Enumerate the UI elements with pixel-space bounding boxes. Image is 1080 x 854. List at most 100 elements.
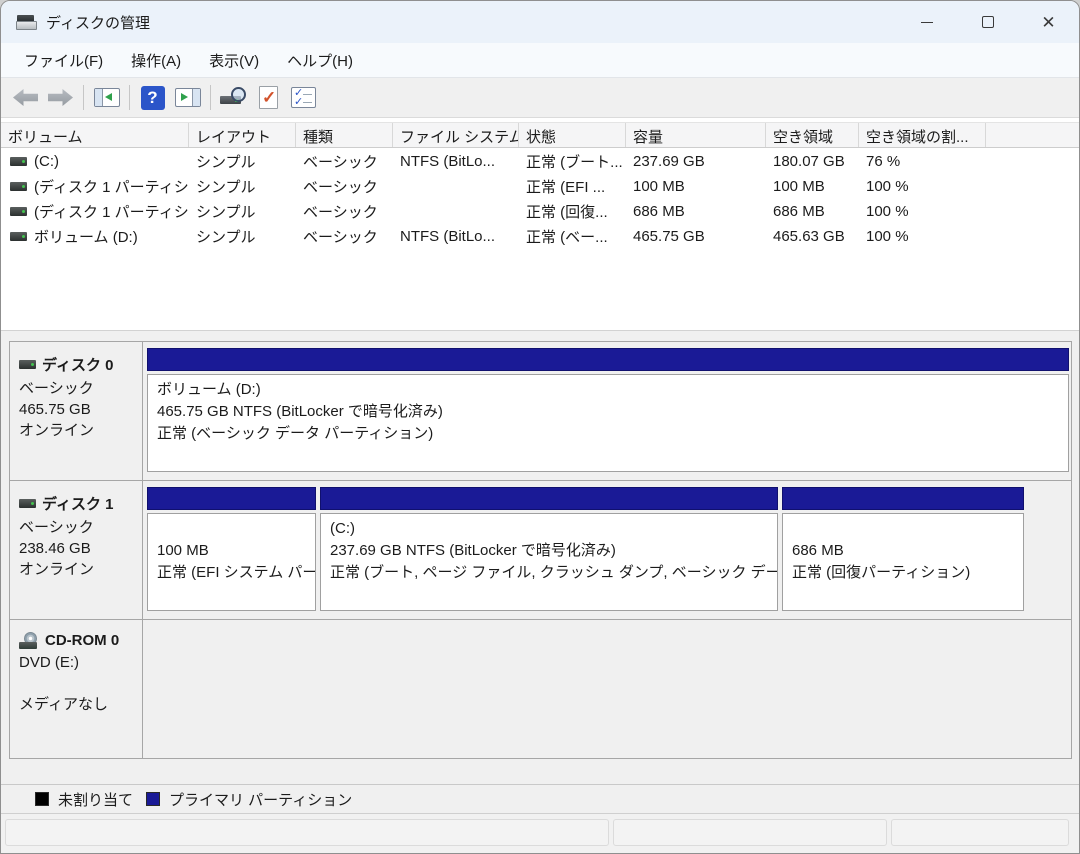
partition-block[interactable]: 100 MB正常 (EFI システム パー	[147, 487, 316, 611]
volume-list-body: (C:)シンプルベーシックNTFS (BitLo...正常 (ブート...237…	[1, 149, 1079, 248]
cell-layout: シンプル	[189, 151, 296, 172]
column-header-空き領域の割...[interactable]: 空き領域の割...	[859, 123, 986, 147]
legend-label: プライマリ パーティション	[169, 789, 352, 810]
disk-0-detail: 465.75 GB	[19, 399, 136, 420]
volume-name: (C:)	[34, 153, 59, 170]
legend-item: プライマリ パーティション	[146, 789, 352, 810]
partition-status: 正常 (ベーシック データ パーティション)	[157, 423, 1059, 445]
cell-free: 100 MB	[766, 178, 859, 195]
menu-item-ファイル[interactable]: ファイル(F)	[10, 45, 117, 76]
disk-0-partition-area: ボリューム (D:)465.75 GB NTFS (BitLocker で暗号化…	[143, 342, 1071, 480]
cell-free: 686 MB	[766, 203, 859, 220]
partition-size-fs: 100 MB	[157, 540, 306, 562]
show-action-pane-icon	[175, 88, 201, 107]
disk-0-row: ディスク 0ベーシック465.75 GBオンラインボリューム (D:)465.7…	[9, 341, 1072, 481]
cell-free: 180.07 GB	[766, 153, 859, 170]
partition-color-bar	[320, 487, 778, 510]
cell-status: 正常 (ブート...	[519, 151, 626, 172]
volume-row[interactable]: (ディスク 1 パーティシ...シンプルベーシック 正常 (回復...686 M…	[1, 199, 1079, 223]
disk-view-button[interactable]	[216, 82, 251, 113]
column-header-状態[interactable]: 状態	[519, 123, 626, 147]
partition-block[interactable]: 686 MB正常 (回復パーティション)	[782, 487, 1024, 611]
partition-color-bar	[147, 487, 316, 510]
partition-size-fs: 465.75 GB NTFS (BitLocker で暗号化済み)	[157, 401, 1059, 423]
partition-status: 正常 (回復パーティション)	[792, 562, 1014, 584]
cell-status: 正常 (EFI ...	[519, 176, 626, 197]
partition-name	[792, 518, 1014, 540]
disk-1-detail: 238.46 GB	[19, 538, 136, 559]
back-icon	[13, 89, 38, 106]
partition-info: 100 MB正常 (EFI システム パー	[147, 513, 316, 611]
cdrom-0-partition-area	[143, 620, 1071, 758]
legend-swatch-icon	[146, 792, 160, 806]
pane-splitter[interactable]	[1, 331, 1079, 341]
volume-name: (ディスク 1 パーティシ...	[34, 176, 189, 197]
cell-capacity: 465.75 GB	[626, 228, 766, 245]
minimize-icon	[921, 22, 933, 23]
minimize-button[interactable]	[896, 1, 957, 43]
cell-fs: NTFS (BitLo...	[393, 153, 519, 170]
disk-1-title: ディスク 1	[42, 493, 113, 514]
volume-row[interactable]: (ディスク 1 パーティシ...シンプルベーシック 正常 (EFI ...100…	[1, 174, 1079, 198]
cell-volume: ボリューム (D:)	[1, 226, 189, 247]
volume-name: (ディスク 1 パーティシ...	[34, 201, 189, 222]
show-console-tree-icon	[94, 88, 120, 107]
partition-info: (C:)237.69 GB NTFS (BitLocker で暗号化済み)正常 …	[320, 513, 778, 611]
app-disk-icon	[16, 15, 36, 30]
close-button[interactable]: ✕	[1018, 1, 1079, 43]
cell-free_pct: 100 %	[859, 178, 986, 195]
column-header-ファイル システム[interactable]: ファイル システム	[393, 123, 519, 147]
column-header-種類[interactable]: 種類	[296, 123, 393, 147]
column-header-レイアウト[interactable]: レイアウト	[189, 123, 296, 147]
column-header-空き領域[interactable]: 空き領域	[766, 123, 859, 147]
forward-button[interactable]	[43, 82, 78, 113]
menu-item-表示[interactable]: 表示(V)	[195, 45, 273, 76]
volume-name: ボリューム (D:)	[34, 226, 138, 247]
cell-status: 正常 (ベー...	[519, 226, 626, 247]
status-section	[891, 819, 1069, 846]
menu-item-操作[interactable]: 操作(A)	[117, 45, 195, 76]
menu-item-ヘルプ[interactable]: ヘルプ(H)	[273, 45, 367, 76]
partition-block[interactable]: (C:)237.69 GB NTFS (BitLocker で暗号化済み)正常 …	[320, 487, 778, 611]
cell-type: ベーシック	[296, 176, 393, 197]
cell-layout: シンプル	[189, 226, 296, 247]
volume-hdd-icon	[10, 182, 27, 191]
cell-status: 正常 (回復...	[519, 201, 626, 222]
volume-row[interactable]: (C:)シンプルベーシックNTFS (BitLo...正常 (ブート...237…	[1, 149, 1079, 173]
cell-capacity: 237.69 GB	[626, 153, 766, 170]
disk-1-header[interactable]: ディスク 1ベーシック238.46 GBオンライン	[10, 481, 143, 619]
disk-icon	[19, 499, 36, 508]
back-button[interactable]	[8, 82, 43, 113]
legend-item: 未割り当て	[35, 789, 133, 810]
window-controls: ✕	[896, 1, 1079, 43]
partition-info: 686 MB正常 (回復パーティション)	[782, 513, 1024, 611]
partition-size-fs: 686 MB	[792, 540, 1014, 562]
cdrom-0-detail: DVD (E:)	[19, 652, 136, 673]
partition-name: (C:)	[330, 518, 768, 540]
partition-block[interactable]: ボリューム (D:)465.75 GB NTFS (BitLocker で暗号化…	[147, 348, 1069, 472]
cell-fs: NTFS (BitLo...	[393, 228, 519, 245]
disk-0-detail: オンライン	[19, 420, 136, 441]
title-bar: ディスクの管理 ✕	[1, 1, 1079, 43]
help-button[interactable]: ?	[135, 82, 170, 113]
cdrom-0-header[interactable]: CD-ROM 0DVD (E:) メディアなし	[10, 620, 143, 758]
window-title: ディスクの管理	[46, 12, 150, 33]
disk-1-detail: ベーシック	[19, 517, 136, 538]
cdrom-icon	[19, 632, 39, 649]
forward-icon	[48, 89, 73, 106]
show-action-pane-button[interactable]	[170, 82, 205, 113]
column-header-ボリューム[interactable]: ボリューム	[1, 123, 189, 147]
task-list-button[interactable]	[286, 82, 321, 113]
disk-management-window: ディスクの管理 ✕ ファイル(F)操作(A)表示(V)ヘルプ(H) ? ボリュー…	[0, 0, 1080, 854]
properties-check-button[interactable]	[251, 82, 286, 113]
cell-free_pct: 100 %	[859, 203, 986, 220]
volume-row[interactable]: ボリューム (D:)シンプルベーシックNTFS (BitLo...正常 (ベー.…	[1, 224, 1079, 248]
maximize-button[interactable]	[957, 1, 1018, 43]
partition-size-fs: 237.69 GB NTFS (BitLocker で暗号化済み)	[330, 540, 768, 562]
cdrom-0-detail: メディアなし	[19, 694, 136, 715]
disk-0-header[interactable]: ディスク 0ベーシック465.75 GBオンライン	[10, 342, 143, 480]
show-console-tree-button[interactable]	[89, 82, 124, 113]
column-header-容量[interactable]: 容量	[626, 123, 766, 147]
cell-volume: (ディスク 1 パーティシ...	[1, 201, 189, 222]
volume-list-header: ボリュームレイアウト種類ファイル システム状態容量空き領域空き領域の割...	[1, 122, 1079, 148]
